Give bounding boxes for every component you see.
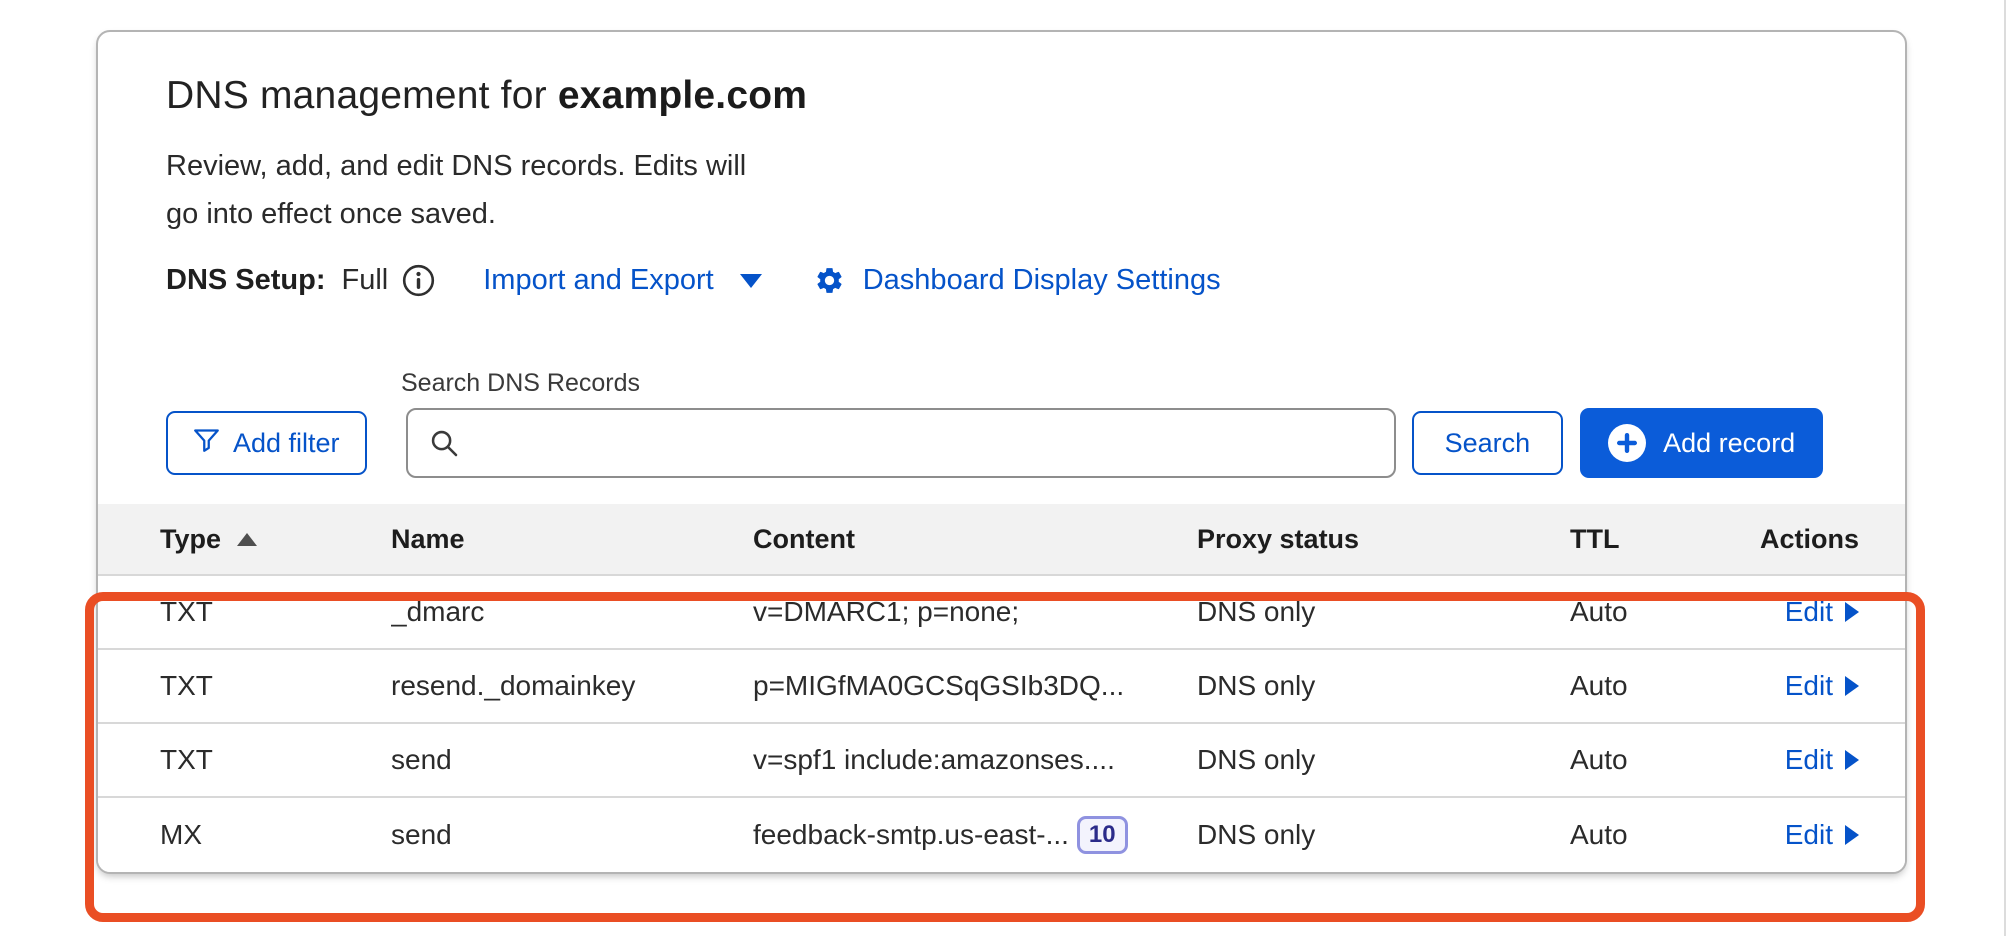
add-record-button[interactable]: Add record	[1580, 408, 1823, 478]
table-row[interactable]: TXT _dmarc v=DMARC1; p=none; DNS only Au…	[98, 576, 1905, 650]
search-input[interactable]	[406, 408, 1396, 478]
cell-proxy-status: DNS only	[1197, 670, 1570, 702]
add-record-label: Add record	[1663, 428, 1795, 459]
dns-setup-row: DNS Setup: Full Import and Export Dashbo…	[166, 264, 1837, 297]
dashboard-display-settings-label: Dashboard Display Settings	[863, 264, 1221, 297]
edit-button[interactable]: Edit	[1785, 744, 1859, 776]
column-header-content[interactable]: Content	[753, 524, 1197, 555]
column-header-type-label: Type	[160, 524, 221, 555]
cell-proxy-status: DNS only	[1197, 596, 1570, 628]
dns-management-card: DNS management for example.com Review, a…	[96, 30, 1907, 874]
cell-name: _dmarc	[391, 596, 753, 628]
cell-ttl: Auto	[1570, 744, 1785, 776]
import-export-link[interactable]: Import and Export	[483, 264, 762, 297]
edit-button[interactable]: Edit	[1785, 819, 1859, 851]
cell-ttl: Auto	[1570, 819, 1785, 851]
cell-name: send	[391, 744, 753, 776]
priority-badge: 10	[1077, 816, 1128, 854]
window-edge-divider	[2004, 0, 2006, 936]
dns-records-table: Type Name Content Proxy status TTL Actio…	[98, 504, 1905, 872]
column-header-content-label: Content	[753, 524, 855, 555]
page-title-prefix: DNS management for	[166, 74, 558, 117]
column-header-name-label: Name	[391, 524, 465, 555]
edit-label: Edit	[1785, 744, 1833, 776]
table-row[interactable]: TXT resend._domainkey p=MIGfMA0GCSqGSIb3…	[98, 650, 1905, 724]
toolbar: Add filter Search Add record	[166, 408, 1837, 478]
cell-content: v=spf1 include:amazonses....	[753, 744, 1197, 776]
page-title-domain: example.com	[558, 74, 807, 117]
page-description-line: Review, add, and edit DNS records. Edits…	[166, 142, 1837, 190]
add-filter-label: Add filter	[233, 428, 340, 459]
cell-proxy-status: DNS only	[1197, 744, 1570, 776]
cell-content: v=DMARC1; p=none;	[753, 596, 1197, 628]
edit-button[interactable]: Edit	[1785, 670, 1859, 702]
add-filter-button[interactable]: Add filter	[166, 411, 367, 475]
cell-type: TXT	[160, 596, 391, 628]
column-header-type[interactable]: Type	[160, 524, 391, 555]
page-description: Review, add, and edit DNS records. Edits…	[166, 142, 1837, 238]
cell-type: TXT	[160, 744, 391, 776]
search-button-label: Search	[1445, 428, 1531, 459]
arrow-right-icon	[1845, 825, 1859, 845]
cell-content-text: feedback-smtp.us-east-...	[753, 819, 1069, 851]
plus-icon	[1608, 424, 1646, 462]
edit-button[interactable]: Edit	[1785, 596, 1859, 628]
cell-type: TXT	[160, 670, 391, 702]
gear-icon	[814, 265, 845, 296]
table-row[interactable]: TXT send v=spf1 include:amazonses.... DN…	[98, 724, 1905, 798]
cell-type: MX	[160, 819, 391, 851]
cell-proxy-status: DNS only	[1197, 819, 1570, 851]
edit-label: Edit	[1785, 596, 1833, 628]
arrow-right-icon	[1845, 676, 1859, 696]
table-row[interactable]: MX send feedback-smtp.us-east-... 10 DNS…	[98, 798, 1905, 872]
column-header-proxy-status[interactable]: Proxy status	[1197, 524, 1570, 555]
cell-name: resend._domainkey	[391, 670, 753, 702]
dashboard-display-settings-link[interactable]: Dashboard Display Settings	[814, 264, 1221, 297]
cell-content: p=MIGfMA0GCSqGSIb3DQ...	[753, 670, 1197, 702]
cell-content: feedback-smtp.us-east-... 10	[753, 816, 1197, 854]
search-label: Search DNS Records	[401, 369, 1837, 398]
filter-icon	[193, 427, 220, 459]
cell-ttl: Auto	[1570, 596, 1785, 628]
search-button[interactable]: Search	[1412, 411, 1564, 475]
column-header-actions-label: Actions	[1760, 524, 1859, 555]
cell-name: send	[391, 819, 753, 851]
arrow-right-icon	[1845, 750, 1859, 770]
table-header-row: Type Name Content Proxy status TTL Actio…	[98, 504, 1905, 576]
column-header-actions: Actions	[1760, 524, 1859, 555]
edit-label: Edit	[1785, 819, 1833, 851]
info-icon[interactable]	[402, 264, 435, 297]
chevron-down-icon	[740, 274, 762, 288]
arrow-right-icon	[1845, 602, 1859, 622]
page-description-line: go into effect once saved.	[166, 190, 1837, 238]
column-header-ttl-label: TTL	[1570, 524, 1619, 555]
column-header-name[interactable]: Name	[391, 524, 753, 555]
sort-ascending-icon	[237, 533, 257, 546]
import-export-label: Import and Export	[483, 264, 714, 297]
column-header-proxy-status-label: Proxy status	[1197, 524, 1359, 555]
dns-setup-value: Full	[342, 264, 389, 297]
dns-setup-label: DNS Setup:	[166, 264, 326, 297]
cell-ttl: Auto	[1570, 670, 1785, 702]
column-header-ttl[interactable]: TTL	[1570, 524, 1760, 555]
edit-label: Edit	[1785, 670, 1833, 702]
page-title: DNS management for example.com	[166, 74, 1837, 118]
